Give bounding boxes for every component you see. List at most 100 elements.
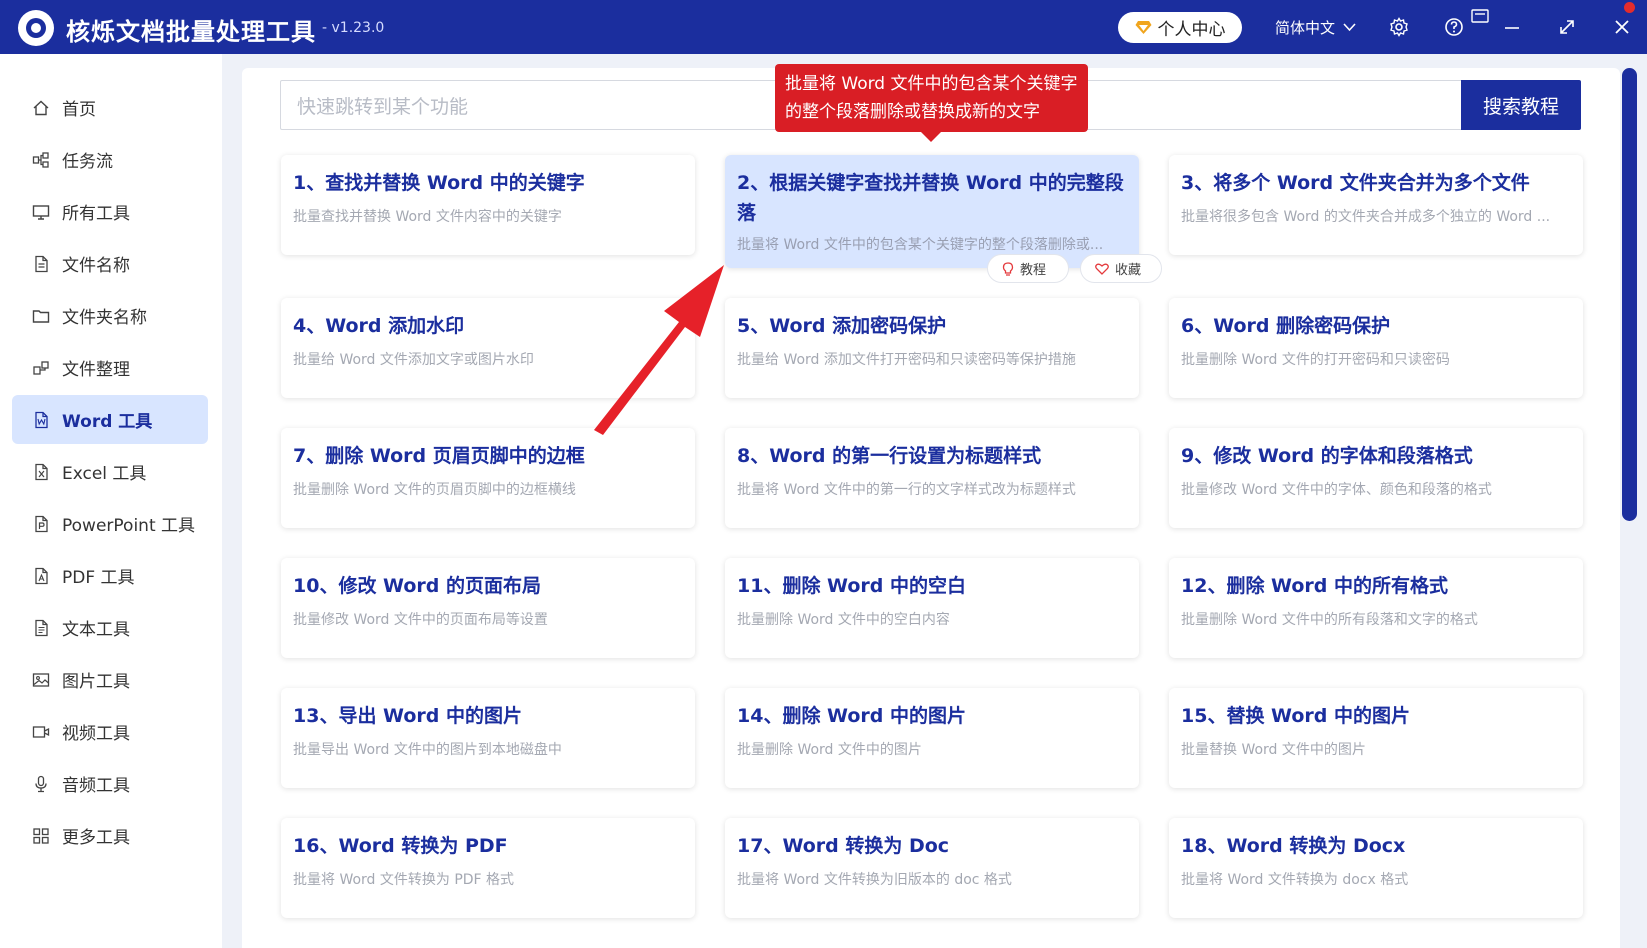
tool-card[interactable]: 12、删除 Word 中的所有格式 批量删除 Word 文件中的所有段落和文字的…	[1169, 558, 1583, 658]
sidebar-item-text-tools[interactable]: 文本工具	[12, 603, 208, 652]
word-icon	[32, 411, 50, 429]
card-title: 12、删除 Word 中的所有格式	[1181, 575, 1448, 597]
card-desc: 批量删除 Word 文件中的空白内容	[737, 612, 950, 628]
tool-card[interactable]: 6、Word 删除密码保护 批量删除 Word 文件的打开密码和只读密码	[1169, 298, 1583, 398]
app-title: 核烁文档批量处理工具	[66, 18, 316, 46]
tool-card[interactable]: 10、修改 Word 的页面布局 批量修改 Word 文件中的页面布局等设置	[281, 558, 695, 658]
tool-card[interactable]: 5、Word 添加密码保护 批量给 Word 添加文件打开密码和只读密码等保护措…	[725, 298, 1139, 398]
tool-card[interactable]: 16、Word 转换为 PDF 批量将 Word 文件转换为 PDF 格式	[281, 818, 695, 918]
help-icon[interactable]	[1442, 15, 1466, 39]
card-title: 17、Word 转换为 Doc	[737, 835, 950, 857]
user-center-button[interactable]: 个人中心	[1118, 12, 1242, 43]
card-title: 6、Word 删除密码保护	[1181, 315, 1391, 337]
sidebar-item-label: 任务流	[62, 152, 113, 172]
card-desc: 批量给 Word 文件添加文字或图片水印	[293, 352, 534, 368]
sidebar-item-label: PowerPoint 工具	[62, 516, 196, 536]
tool-card[interactable]: 17、Word 转换为 Doc 批量将 Word 文件转换为旧版本的 doc 格…	[725, 818, 1139, 918]
tool-card[interactable]: 4、Word 添加水印 批量给 Word 文件添加文字或图片水印	[281, 298, 695, 398]
tutorial-button[interactable]: 教程	[987, 254, 1069, 283]
card-title: 3、将多个 Word 文件夹合并为多个文件	[1181, 172, 1530, 194]
sidebar-item-image-tools[interactable]: 图片工具	[12, 655, 208, 704]
sidebar-item-audio-tools[interactable]: 音频工具	[12, 759, 208, 808]
sidebar-item-label: 更多工具	[62, 828, 130, 848]
tool-card[interactable]: 1、查找并替换 Word 中的关键字 批量查找并替换 Word 文件内容中的关键…	[281, 155, 695, 255]
tool-card[interactable]: 8、Word 的第一行设置为标题样式 批量将 Word 文件中的第一行的文字样式…	[725, 428, 1139, 528]
sidebar-item-excel-tools[interactable]: Excel 工具	[12, 447, 208, 496]
scrollbar[interactable]	[1622, 68, 1637, 521]
workflow-icon	[32, 151, 50, 169]
card-desc: 批量导出 Word 文件中的图片到本地磁盘中	[293, 742, 562, 758]
video-icon	[32, 723, 50, 741]
app-version: - v1.23.0	[322, 20, 385, 36]
card-title: 2、根据关键字查找并替换 Word 中的完整段落	[737, 172, 1124, 224]
tutorial-label: 教程	[1020, 263, 1047, 278]
sidebar-item-label: 文本工具	[62, 620, 130, 640]
tool-card[interactable]: 14、删除 Word 中的图片 批量删除 Word 文件中的图片	[725, 688, 1139, 788]
maximize-icon[interactable]	[1555, 15, 1579, 39]
close-icon[interactable]	[1610, 15, 1634, 39]
sidebar-item-powerpoint-tools[interactable]: PowerPoint 工具	[12, 499, 208, 548]
tool-card[interactable]: 11、删除 Word 中的空白 批量删除 Word 文件中的空白内容	[725, 558, 1139, 658]
tool-card[interactable]: 18、Word 转换为 Docx 批量将 Word 文件转换为 docx 格式	[1169, 818, 1583, 918]
sidebar-item-label: Excel 工具	[62, 464, 147, 484]
tool-card[interactable]: 2、根据关键字查找并替换 Word 中的完整段落 批量将 Word 文件中的包含…	[725, 155, 1139, 268]
card-desc: 批量将 Word 文件转换为 PDF 格式	[293, 872, 515, 888]
sidebar-item-pdf-tools[interactable]: PDF 工具	[12, 551, 208, 600]
skin-icon[interactable]	[1468, 4, 1492, 28]
language-select[interactable]: 简体中文	[1275, 17, 1356, 38]
tool-card[interactable]: 13、导出 Word 中的图片 批量导出 Word 文件中的图片到本地磁盘中	[281, 688, 695, 788]
sidebar-item-file-organize[interactable]: 文件整理	[12, 343, 208, 392]
card-title: 9、修改 Word 的字体和段落格式	[1181, 445, 1473, 467]
card-desc: 批量删除 Word 文件的打开密码和只读密码	[1181, 352, 1450, 368]
card-desc: 批量给 Word 添加文件打开密码和只读密码等保护措施	[737, 352, 1076, 368]
card-title: 5、Word 添加密码保护	[737, 315, 947, 337]
card-title: 11、删除 Word 中的空白	[737, 575, 966, 597]
card-title: 1、查找并替换 Word 中的关键字	[293, 172, 585, 194]
sidebar: 首页 任务流 所有工具 文件名称 文件夹名称 文件整理 Word 工具 Exce…	[0, 54, 222, 948]
card-title: 14、删除 Word 中的图片	[737, 705, 966, 727]
powerpoint-icon	[32, 515, 50, 533]
folder-icon	[32, 307, 50, 325]
card-desc: 批量将 Word 文件转换为 docx 格式	[1181, 872, 1409, 888]
card-desc: 批量删除 Word 文件中的图片	[737, 742, 922, 758]
heart-icon	[1095, 263, 1109, 275]
card-desc: 批量将 Word 文件中的包含某个关键字的整个段落删除或...	[737, 237, 1104, 253]
tool-card[interactable]: 7、删除 Word 页眉页脚中的边框 批量删除 Word 文件的页眉页脚中的边框…	[281, 428, 695, 528]
card-title: 8、Word 的第一行设置为标题样式	[737, 445, 1042, 467]
minimize-icon[interactable]	[1500, 15, 1524, 39]
lightbulb-icon	[1002, 261, 1014, 276]
sidebar-item-all-tools[interactable]: 所有工具	[12, 187, 208, 236]
tool-card[interactable]: 9、修改 Word 的字体和段落格式 批量修改 Word 文件中的字体、颜色和段…	[1169, 428, 1583, 528]
tool-card[interactable]: 3、将多个 Word 文件夹合并为多个文件 批量将很多包含 Word 的文件夹合…	[1169, 155, 1583, 255]
sidebar-item-label: 图片工具	[62, 672, 130, 692]
sidebar-item-label: 文件夹名称	[62, 308, 147, 328]
sidebar-item-more-tools[interactable]: 更多工具	[12, 811, 208, 860]
tool-card[interactable]: 15、替换 Word 中的图片 批量替换 Word 文件中的图片	[1169, 688, 1583, 788]
sidebar-item-word-tools[interactable]: Word 工具	[12, 395, 208, 444]
language-label: 简体中文	[1275, 19, 1336, 37]
home-icon	[32, 99, 50, 117]
sidebar-item-folder-name[interactable]: 文件夹名称	[12, 291, 208, 340]
sidebar-item-label: 文件名称	[62, 256, 130, 276]
favorite-label: 收藏	[1115, 263, 1142, 278]
image-icon	[32, 671, 50, 689]
sidebar-item-video-tools[interactable]: 视频工具	[12, 707, 208, 756]
gear-icon[interactable]	[1387, 15, 1411, 39]
search-tutorial-button[interactable]: 搜索教程	[1461, 80, 1581, 130]
sidebar-item-label: Word 工具	[62, 412, 153, 432]
microphone-icon	[32, 775, 50, 793]
card-desc: 批量修改 Word 文件中的字体、颜色和段落的格式	[1181, 482, 1492, 498]
notification-badge	[1624, 2, 1635, 13]
sidebar-item-workflow[interactable]: 任务流	[12, 135, 208, 184]
sidebar-item-home[interactable]: 首页	[12, 83, 208, 132]
sidebar-item-file-name[interactable]: 文件名称	[12, 239, 208, 288]
card-desc: 批量删除 Word 文件中的所有段落和文字的格式	[1181, 612, 1478, 628]
card-title: 18、Word 转换为 Docx	[1181, 835, 1406, 857]
tooltip: 批量将 Word 文件中的包含某个关键字的整个段落删除或替换成新的文字	[775, 64, 1088, 142]
card-title: 15、替换 Word 中的图片	[1181, 705, 1410, 727]
favorite-button[interactable]: 收藏	[1080, 254, 1162, 283]
pdf-icon	[32, 567, 50, 585]
user-center-label: 个人中心	[1157, 20, 1226, 40]
app-logo-icon	[18, 10, 54, 46]
sidebar-item-label: 首页	[62, 100, 96, 120]
